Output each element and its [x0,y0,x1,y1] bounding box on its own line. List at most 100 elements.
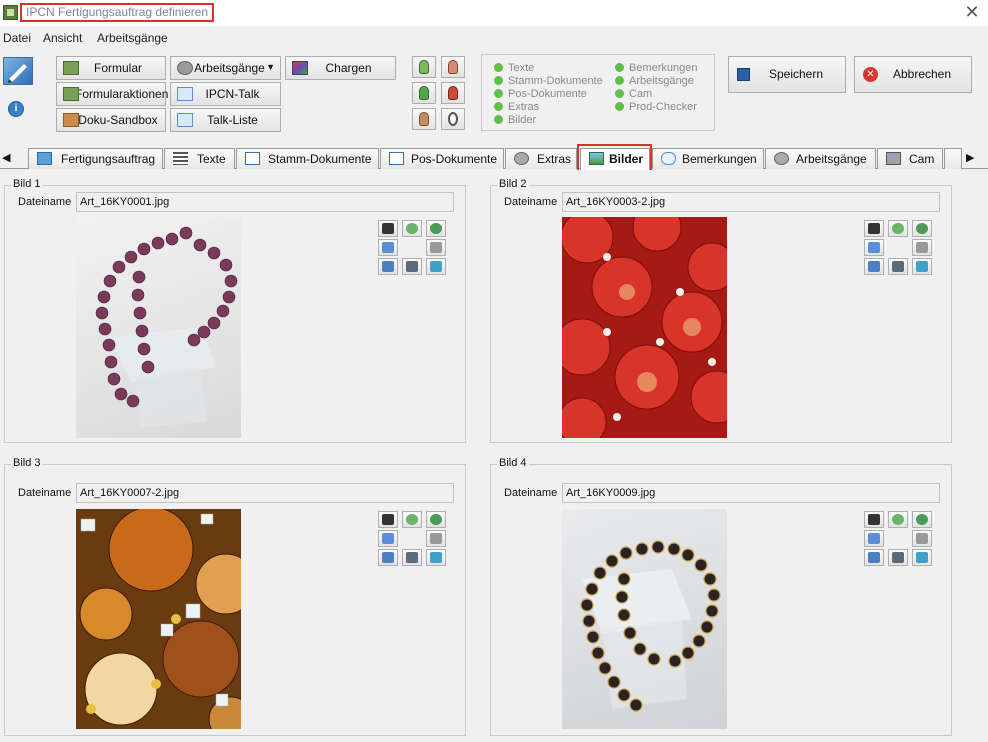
zoom-in-icon [892,223,904,234]
document-icon [389,152,404,165]
camera-button[interactable] [402,549,422,566]
status-item: Prod-Checker [615,101,697,114]
talk-liste-button[interactable]: Talk-Liste [170,108,281,132]
close-icon[interactable]: ✕ [962,2,982,22]
delete-button[interactable] [912,239,932,256]
menu-datei[interactable]: Datei [3,28,31,48]
status-dot-icon [615,63,624,72]
camera-button[interactable] [888,258,908,275]
camera-icon [892,261,904,272]
save-icon [737,68,750,81]
zoom-in-button[interactable] [402,511,422,528]
group-title: Bild 3 [11,457,43,469]
green-drop-button[interactable] [412,56,436,78]
binoculars-icon [868,514,880,525]
back-button[interactable] [864,530,884,547]
dateiname-field[interactable]: Art_16KY0001.jpg [76,192,454,212]
zoom-in-button[interactable] [402,220,422,237]
tab-bemerkungen[interactable]: Bemerkungen [652,148,764,169]
picture-icon [916,261,928,272]
dateiname-field[interactable]: Art_16KY0003-2.jpg [562,192,940,212]
camera-button[interactable] [402,258,422,275]
picture-button[interactable] [912,258,932,275]
binoculars-button[interactable] [864,220,884,237]
dateiname-label: Dateiname [504,487,558,499]
doku-sandbox-button[interactable]: Doku-Sandbox [56,108,166,132]
camera-icon [406,552,418,563]
menu-ansicht[interactable]: Ansicht [43,28,82,48]
tab-scroll-right-icon[interactable]: ▶ [966,151,974,164]
formularaktionen-button[interactable]: Formularaktionen [56,82,168,106]
edit-icon[interactable] [3,57,33,85]
monitor-button[interactable] [864,258,884,275]
back-button[interactable] [378,530,398,547]
monitor-icon [382,552,394,563]
binoculars-button[interactable] [864,511,884,528]
tab-extras[interactable]: Extras [505,148,577,169]
red-drop-button[interactable] [441,56,465,78]
delete-icon [916,242,928,253]
dateiname-label: Dateiname [504,196,558,208]
move-button[interactable] [426,220,446,237]
back-button[interactable] [378,239,398,256]
tab-stamm-dokumente[interactable]: Stamm-Dokumente [236,148,379,169]
status-dot-icon [615,76,624,85]
camera-button[interactable] [888,549,908,566]
zoom-in-button[interactable] [888,220,908,237]
chargen-button[interactable]: Chargen [285,56,396,80]
monitor-button[interactable] [864,549,884,566]
move-button[interactable] [912,511,932,528]
picture-icon [430,552,442,563]
tab-fertigungsauftrag[interactable]: Fertigungsauftrag [28,148,163,169]
picture-button[interactable] [912,549,932,566]
user-red-button[interactable] [441,82,465,104]
formular-button[interactable]: Formular [56,56,166,80]
status-dot-icon [494,76,503,85]
tab-texte[interactable]: Texte [164,148,235,169]
move-button[interactable] [426,511,446,528]
zoom-in-icon [406,514,418,525]
monitor-icon [868,552,880,563]
users-button[interactable] [412,108,436,130]
ipcn-talk-button[interactable]: IPCN-Talk [170,82,281,106]
group-title: Bild 2 [497,178,529,190]
binoculars-button[interactable] [378,511,398,528]
back-button[interactable] [864,239,884,256]
binoculars-icon [382,514,394,525]
tab-arbeitsgaenge[interactable]: Arbeitsgänge [765,148,876,169]
delete-button[interactable] [426,239,446,256]
menu-arbeitsgaenge[interactable]: Arbeitsgänge [97,28,168,48]
monitor-button[interactable] [378,549,398,566]
status-item: Pos-Dokumente [494,88,587,101]
tab-overflow[interactable] [944,148,962,169]
move-button[interactable] [912,220,932,237]
title-bar: IPCN Fertigungsauftrag definieren ✕ [0,0,988,26]
binoculars-button[interactable] [378,220,398,237]
product-image [562,509,727,729]
dateiname-label: Dateiname [18,487,72,499]
delete-button[interactable] [426,530,446,547]
user-green-button[interactable] [412,82,436,104]
abbrechen-button[interactable]: ✕ Abbrechen [854,56,972,93]
delete-button[interactable] [912,530,932,547]
picture-button[interactable] [426,258,446,275]
speichern-button[interactable]: Speichern [728,56,846,93]
camera-icon [892,552,904,563]
arbeitsgaenge-button[interactable]: Arbeitsgänge ▼ [170,56,281,80]
order-icon [37,152,52,165]
product-image [562,217,727,438]
stopwatch-button[interactable] [441,108,465,130]
dateiname-field[interactable]: Art_16KY0009.jpg [562,483,940,503]
status-dot-icon [494,115,503,124]
tab-scroll-left-icon[interactable]: ◀ [2,151,10,164]
gear-icon [774,152,789,165]
zoom-in-button[interactable] [888,511,908,528]
info-icon[interactable]: i [8,101,24,117]
dateiname-field[interactable]: Art_16KY0007-2.jpg [76,483,454,503]
users-icon [419,112,429,126]
monitor-button[interactable] [378,258,398,275]
tab-cam[interactable]: Cam [877,148,943,169]
picture-button[interactable] [426,549,446,566]
green-drop-icon [419,60,429,74]
tab-pos-dokumente[interactable]: Pos-Dokumente [380,148,504,169]
